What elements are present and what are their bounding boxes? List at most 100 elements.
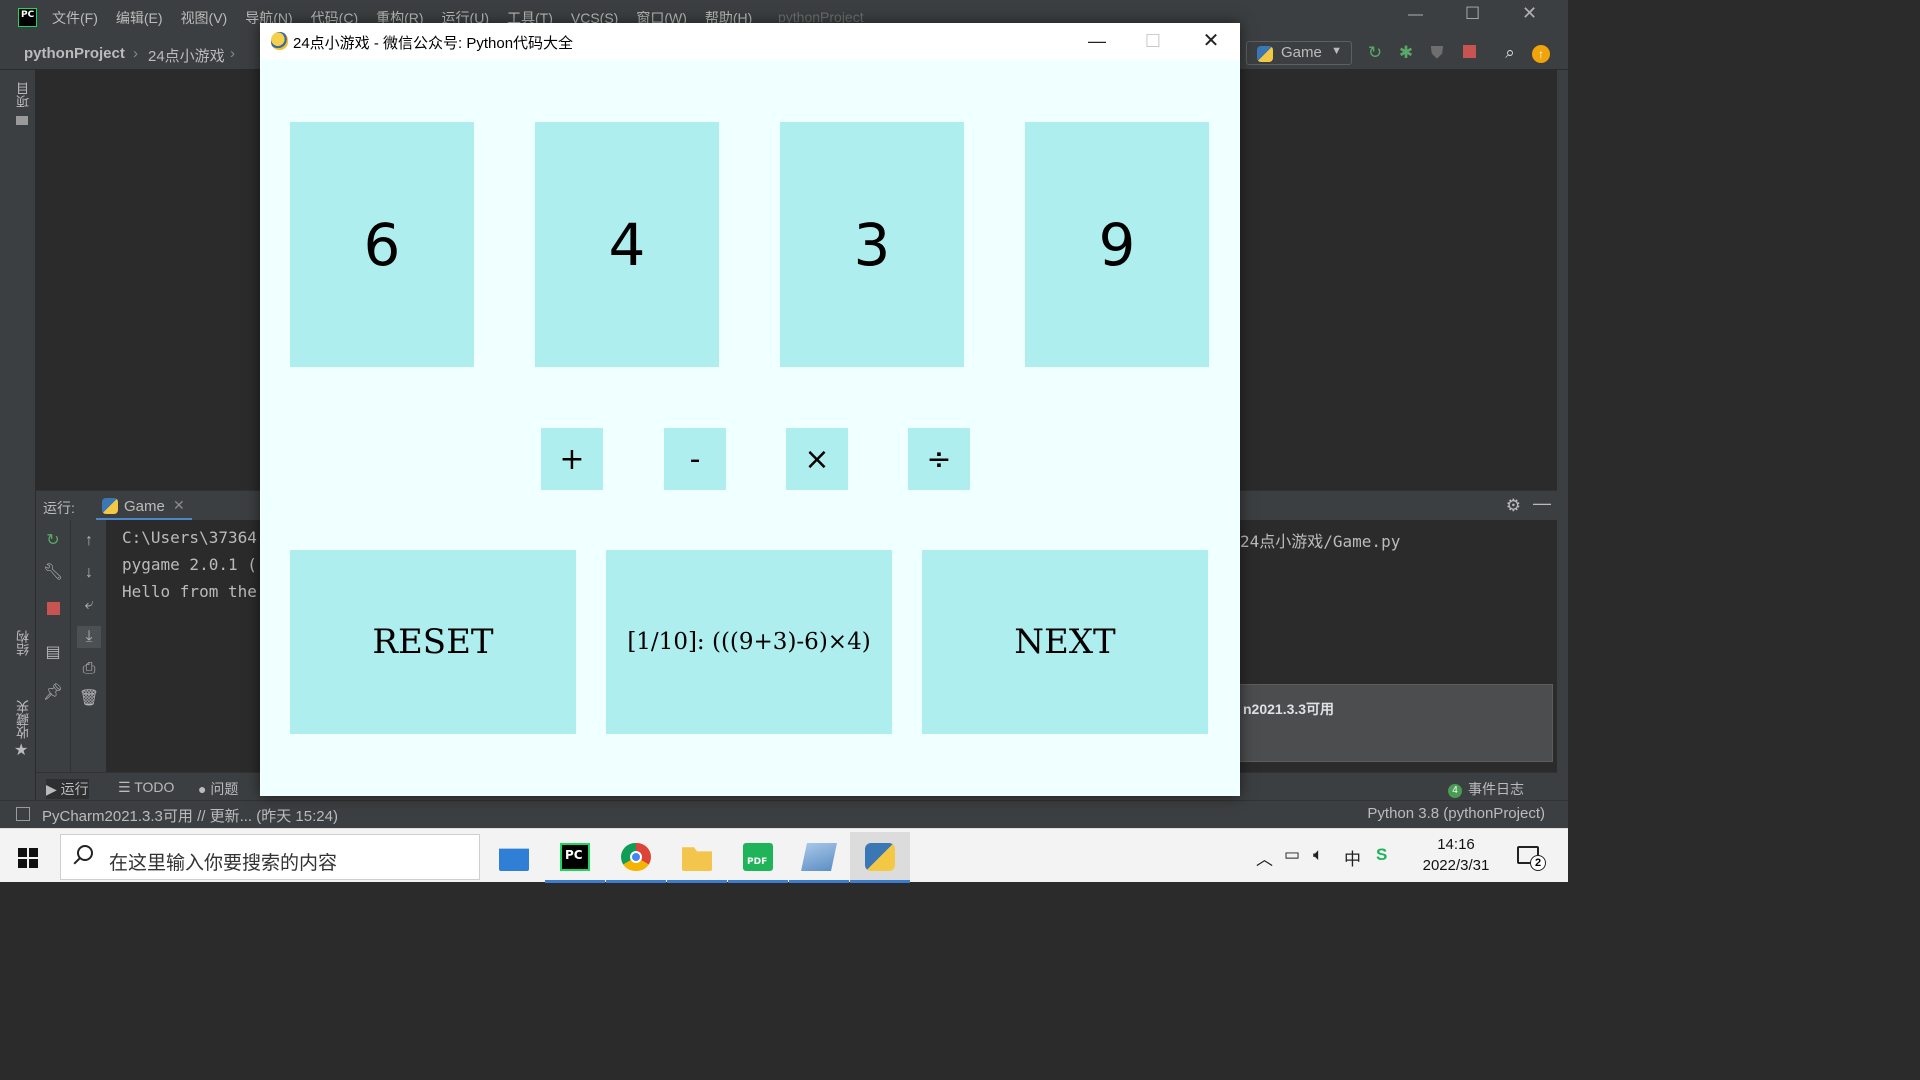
toolwindow-todo[interactable]: ☰ TODO: [118, 779, 174, 796]
search-icon: [77, 845, 93, 861]
pdf-icon[interactable]: PDF: [728, 832, 788, 883]
game-window-title: 24点小游戏 - 微信公众号: Python代码大全: [293, 35, 574, 52]
sidebar-project[interactable]: 项目: [14, 82, 33, 108]
arrow-up-icon[interactable]: ↑: [77, 530, 101, 552]
layout-icon[interactable]: ▤: [41, 642, 65, 664]
breadcrumb-project[interactable]: pythonProject: [24, 45, 125, 62]
reset-button[interactable]: RESET: [290, 550, 576, 734]
ide-maximize-icon[interactable]: ☐: [1465, 4, 1480, 24]
python-icon: [102, 498, 118, 514]
breadcrumb-separator-icon: ›: [133, 45, 138, 62]
sidebar-structure[interactable]: 结构: [14, 630, 33, 656]
number-card[interactable]: 3: [780, 122, 964, 367]
pygame-snake-icon: [271, 32, 288, 50]
run-config-selector[interactable]: Game ▼: [1246, 41, 1352, 65]
event-log-label: 事件日志: [1468, 781, 1524, 797]
debug-bug-icon[interactable]: ✱: [1395, 42, 1417, 64]
sogou-ime-icon[interactable]: S: [1376, 845, 1387, 865]
number-card[interactable]: 9: [1025, 122, 1209, 367]
divide-operator-button[interactable]: ÷: [908, 428, 970, 490]
search-icon[interactable]: ⌕: [1499, 42, 1521, 64]
action-center-icon[interactable]: 2: [1517, 846, 1546, 871]
game-close-icon[interactable]: ✕: [1197, 27, 1225, 55]
hide-panel-icon[interactable]: —: [1533, 493, 1551, 514]
run-config-label: Game: [1281, 44, 1322, 61]
play-icon: ▶: [46, 781, 61, 797]
file-explorer-icon[interactable]: [667, 832, 727, 883]
sidebar-favorites[interactable]: 收藏夹: [14, 700, 33, 739]
mail-icon[interactable]: [484, 832, 544, 883]
update-notification[interactable]: n2021.3.3可用: [1238, 684, 1553, 762]
ide-close-icon[interactable]: ✕: [1522, 3, 1537, 24]
game-minimize-icon[interactable]: —: [1083, 27, 1111, 55]
scroll-to-end-icon[interactable]: ⤓: [77, 626, 101, 648]
breadcrumb-folder[interactable]: 24点小游戏: [148, 45, 225, 66]
windows-start-icon[interactable]: [18, 848, 38, 868]
menu-edit[interactable]: 编辑(E): [116, 8, 163, 28]
multiply-operator-button[interactable]: ×: [786, 428, 848, 490]
search-placeholder: 在这里输入你要搜索的内容: [109, 853, 338, 874]
python-icon[interactable]: [850, 832, 910, 883]
toolwindow-run-label: 运行: [60, 781, 89, 797]
console-script-path: 24点小游戏/Game.py: [1240, 532, 1401, 551]
chrome-icon[interactable]: [606, 832, 666, 883]
pycharm-logo-icon: PC: [18, 8, 37, 27]
notification-count-badge: 2: [1530, 855, 1546, 871]
arrow-down-icon[interactable]: ↓: [77, 562, 101, 584]
ide-minimize-icon[interactable]: —: [1408, 6, 1423, 23]
subtract-operator-button[interactable]: -: [664, 428, 726, 490]
toolwindow-run[interactable]: ▶ 运行: [46, 779, 89, 799]
status-message[interactable]: PyCharm2021.3.3可用 // 更新... (昨天 15:24): [42, 805, 338, 826]
toolwindow-problems[interactable]: ● 问题: [198, 779, 238, 799]
ide-statusbar: PyCharm2021.3.3可用 // 更新... (昨天 15:24) Py…: [0, 800, 1568, 828]
toolwindow-todo-label: TODO: [134, 779, 175, 795]
console-line: pygame 2.0.1 (: [122, 555, 257, 574]
clock-time: 14:16: [1437, 836, 1475, 853]
rerun-icon[interactable]: ↻: [1364, 42, 1386, 64]
clock-date: 2022/3/31: [1422, 857, 1490, 874]
print-icon[interactable]: ⎙: [77, 658, 101, 680]
taskbar-search-box[interactable]: 在这里输入你要搜索的内容: [60, 834, 480, 880]
console-line: Hello from the: [122, 582, 257, 601]
run-tab-game[interactable]: Game ✕: [96, 491, 192, 521]
toolwindow-event-log[interactable]: 4 事件日志: [1448, 779, 1524, 799]
game-maximize-icon: ☐: [1144, 31, 1162, 51]
trash-icon[interactable]: 🗑︎: [77, 688, 101, 710]
pin-icon[interactable]: 📌︎: [41, 682, 65, 704]
breadcrumb-separator-icon: ›: [230, 45, 235, 62]
gear-icon[interactable]: ⚙: [1506, 496, 1521, 516]
window-right-edge: [1557, 70, 1568, 828]
next-button[interactable]: NEXT: [922, 550, 1208, 734]
soft-wrap-icon[interactable]: ⤶: [77, 594, 101, 616]
stop-icon[interactable]: [1458, 42, 1480, 64]
run-toolbar-secondary: ↑ ↓ ⤶ ⤓ ⎙ 🗑︎: [70, 520, 106, 772]
stop-icon[interactable]: [41, 600, 65, 622]
number-card[interactable]: 4: [535, 122, 719, 367]
show-hidden-icons-icon[interactable]: ︿: [1256, 845, 1273, 870]
pycharm-icon[interactable]: PC: [545, 832, 605, 883]
update-available-icon[interactable]: ↑: [1530, 42, 1552, 64]
menu-view[interactable]: 视图(V): [181, 8, 228, 28]
number-card[interactable]: 6: [290, 122, 474, 367]
rerun-icon[interactable]: ↻: [41, 530, 65, 552]
system-clock[interactable]: 14:16 2022/3/31: [1410, 834, 1502, 876]
game-titlebar[interactable]: 24点小游戏 - 微信公众号: Python代码大全 — ☐ ✕: [260, 23, 1240, 60]
info-icon: ●: [198, 781, 211, 797]
add-operator-button[interactable]: +: [541, 428, 603, 490]
input-method-indicator[interactable]: 中: [1344, 845, 1361, 870]
toggle-toolwindows-icon[interactable]: [16, 807, 30, 821]
close-tab-icon[interactable]: ✕: [173, 497, 185, 514]
windows-taskbar: 在这里输入你要搜索的内容 PC PDF ︿ ▭ 🔈︎ 中 S 14:16 202…: [0, 828, 1568, 883]
wrench-icon[interactable]: 🔧︎: [41, 562, 65, 584]
menu-file[interactable]: 文件(F): [52, 8, 98, 28]
run-toolbar-primary: ↻ 🔧︎ ▤ 📌︎: [36, 520, 70, 772]
folder-icon: [16, 116, 28, 125]
answer-display[interactable]: [1/10]: (((9+3)-6)×4): [606, 550, 892, 734]
volume-muted-icon[interactable]: 🔈︎: [1313, 845, 1323, 865]
notepad-icon[interactable]: [789, 832, 849, 883]
coverage-icon[interactable]: ⛊: [1426, 42, 1448, 64]
battery-icon[interactable]: ▭: [1284, 845, 1300, 865]
python-interpreter[interactable]: Python 3.8 (pythonProject): [1367, 805, 1545, 822]
tool-window-sidebar: 项目 结构 收藏夹 ★: [8, 70, 36, 828]
run-tab-label: Game: [124, 498, 165, 515]
